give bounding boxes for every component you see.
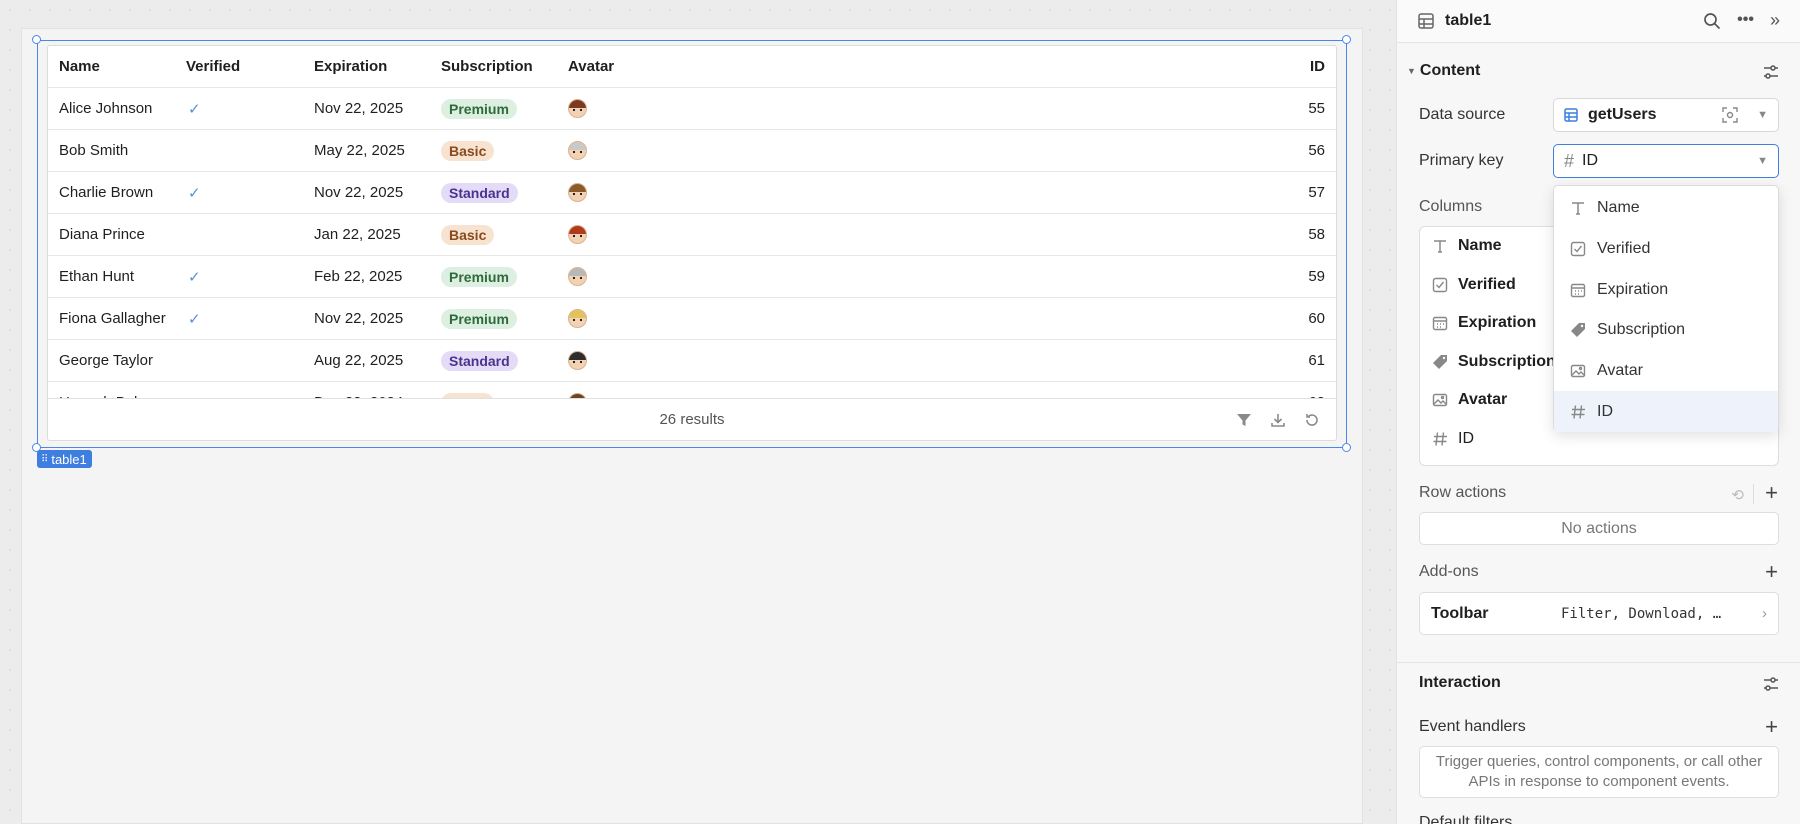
data-source-label: Data source	[1419, 106, 1506, 123]
data-source-select[interactable]: getUsers ▼	[1553, 98, 1779, 132]
add-addon-button[interactable]: +	[1765, 561, 1778, 583]
dropdown-option-verified[interactable]: Verified	[1554, 229, 1778, 270]
inspector-panel: table1 ••• » ▼ Content Data source getUs…	[1396, 0, 1800, 824]
dropdown-option-avatar[interactable]: Avatar	[1554, 351, 1778, 392]
component-name-label: table1	[51, 451, 87, 467]
dropdown-option-label: Verified	[1597, 240, 1651, 258]
add-row-action-button[interactable]: +	[1765, 482, 1778, 504]
dropdown-option-name[interactable]: Name	[1554, 188, 1778, 229]
toolbar-label: Toolbar	[1431, 604, 1489, 622]
toolbar-value: Filter, Download, …	[1561, 605, 1722, 622]
row-actions-label: Row actions	[1419, 484, 1507, 501]
column-item-label: Name	[1458, 237, 1502, 255]
primary-key-select[interactable]: # ID ▼	[1553, 144, 1779, 178]
primary-key-dropdown: Name Verified Expiration Subscription Avatar…	[1553, 185, 1779, 433]
image-icon	[1569, 363, 1587, 379]
checkbox-icon	[1430, 277, 1450, 293]
dropdown-option-label: Avatar	[1597, 362, 1643, 380]
drag-handle-icon[interactable]: ⠿	[41, 454, 48, 465]
hash-icon	[1569, 404, 1587, 420]
resize-handle-top-right[interactable]	[1342, 35, 1351, 44]
selection-outline	[37, 40, 1347, 448]
data-source-value: getUsers	[1588, 106, 1657, 123]
table-icon	[1417, 12, 1435, 30]
event-handlers-empty: Trigger queries, control components, or …	[1419, 746, 1779, 798]
component-name-tag[interactable]: ⠿ table1	[37, 450, 92, 468]
toolbar-addon-row[interactable]: Toolbar Filter, Download, … ›	[1419, 592, 1779, 635]
checkbox-icon	[1569, 241, 1587, 257]
resize-handle-top-left[interactable]	[32, 35, 41, 44]
calendar-icon	[1569, 282, 1587, 298]
dropdown-option-label: ID	[1597, 402, 1613, 420]
chevron-down-icon: ▼	[1757, 109, 1768, 121]
dropdown-option-label: Name	[1597, 199, 1640, 217]
settings-sliders-icon[interactable]	[1762, 675, 1780, 693]
search-icon[interactable]	[1703, 12, 1721, 30]
no-actions-text: No actions	[1561, 519, 1637, 537]
column-item-label: Expiration	[1458, 314, 1537, 332]
tag-icon	[1569, 322, 1587, 338]
tag-icon	[1430, 354, 1450, 370]
caret-down-icon: ▼	[1407, 66, 1416, 76]
column-item-label: Avatar	[1458, 391, 1508, 409]
query-inspect-icon[interactable]	[1721, 106, 1739, 124]
divider	[1753, 484, 1754, 504]
inspector-title[interactable]: table1	[1445, 12, 1491, 30]
primary-key-label: Primary key	[1419, 152, 1504, 169]
event-handlers-hint: Trigger queries, control components, or …	[1435, 753, 1763, 790]
content-section-label: Content	[1419, 62, 1481, 79]
event-handlers-label: Event handlers	[1419, 718, 1526, 735]
chevron-right-icon: ›	[1762, 605, 1767, 622]
collapse-panel-icon[interactable]: »	[1770, 11, 1780, 30]
settings-sliders-icon[interactable]	[1762, 63, 1780, 81]
chevron-down-icon: ▼	[1757, 155, 1768, 167]
default-filters-label: Default filters	[1419, 814, 1513, 824]
row-actions-empty: No actions	[1419, 512, 1779, 545]
addons-label: Add-ons	[1419, 563, 1479, 580]
query-table-icon	[1564, 108, 1578, 122]
add-event-handler-button[interactable]: +	[1765, 716, 1778, 738]
interaction-section-title[interactable]: Interaction	[1419, 674, 1501, 692]
dropdown-option-subscription[interactable]: Subscription	[1554, 310, 1778, 351]
dropdown-option-label: Expiration	[1597, 280, 1669, 298]
section-divider	[1397, 662, 1800, 663]
hash-icon: #	[1564, 150, 1575, 171]
text-icon	[1430, 238, 1450, 254]
action-link-icon[interactable]: ⟲	[1731, 486, 1744, 504]
column-item-label: ID	[1458, 429, 1474, 447]
columns-label: Columns	[1419, 198, 1483, 215]
dropdown-option-expiration[interactable]: Expiration	[1554, 269, 1778, 310]
canvas[interactable]: Name Verified Expiration Subscription Av…	[0, 0, 1395, 824]
primary-key-value: ID	[1582, 152, 1599, 169]
inspector-header: table1 ••• »	[1397, 0, 1800, 43]
more-icon[interactable]: •••	[1737, 12, 1754, 30]
calendar-icon	[1430, 315, 1450, 331]
resize-handle-bottom-right[interactable]	[1342, 443, 1351, 452]
dropdown-option-id[interactable]: ID	[1554, 391, 1778, 433]
dropdown-option-label: Subscription	[1597, 321, 1686, 339]
content-section-title[interactable]: ▼ Content	[1407, 62, 1481, 80]
column-item-label: Verified	[1458, 275, 1516, 293]
hash-icon	[1430, 431, 1450, 447]
column-item-label: Subscription	[1458, 352, 1556, 370]
image-icon	[1430, 392, 1450, 408]
text-icon	[1569, 200, 1587, 216]
